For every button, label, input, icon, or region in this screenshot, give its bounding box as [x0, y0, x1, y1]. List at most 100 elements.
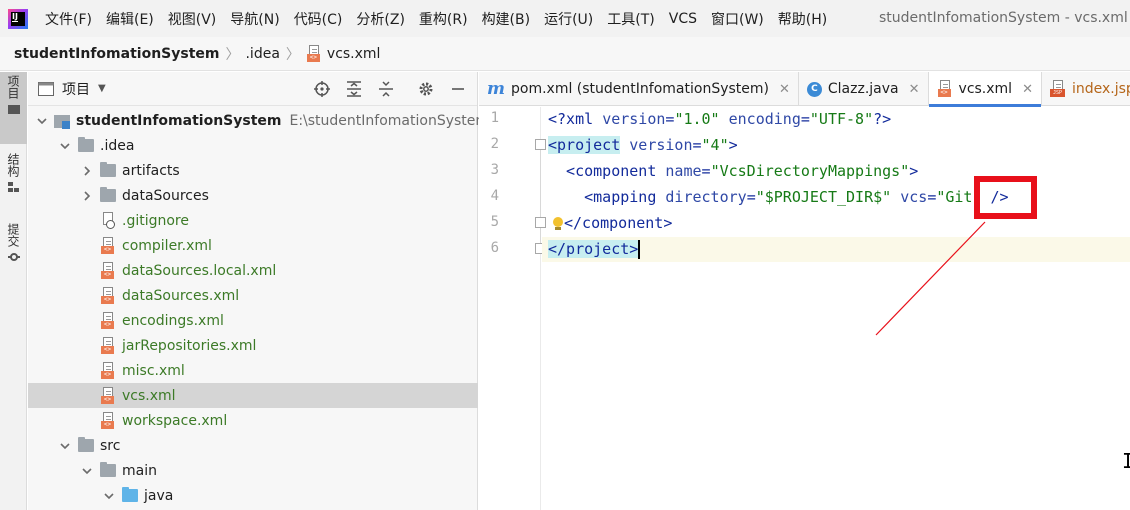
- code-token: encoding: [719, 110, 801, 128]
- class-icon: C: [806, 81, 822, 97]
- code-token: "VcsDirectoryMappings": [710, 162, 910, 180]
- chevron-right-icon[interactable]: [80, 189, 94, 203]
- code-token: <mapping: [548, 188, 657, 206]
- commit-tool-button[interactable]: 提交: [0, 220, 27, 276]
- maven-icon: m: [487, 79, 505, 99]
- menu-window[interactable]: 窗口(W): [704, 9, 771, 29]
- tree-row-artifacts[interactable]: artifacts: [28, 158, 478, 183]
- tree-row-file[interactable]: <> misc.xml: [28, 358, 478, 383]
- close-icon[interactable]: ✕: [909, 82, 920, 97]
- menu-file[interactable]: 文件(F): [38, 9, 99, 29]
- tree-row-file[interactable]: <> workspace.xml: [28, 408, 478, 433]
- code-token: >: [909, 162, 919, 180]
- code-token: </component>: [564, 214, 673, 232]
- menu-view[interactable]: 视图(V): [161, 9, 224, 29]
- tree-label-gitignore: .gitignore: [122, 212, 189, 229]
- target-icon[interactable]: [311, 78, 333, 100]
- code-line-4: <mapping directory="$PROJECT_DIR$" vcs="…: [548, 188, 1009, 206]
- code-token-highlighted: <project: [548, 136, 621, 154]
- menu-refactor[interactable]: 重构(R): [412, 9, 475, 29]
- menu-analyze[interactable]: 分析(Z): [349, 9, 412, 29]
- chevron-down-icon[interactable]: ▼: [98, 83, 106, 94]
- breadcrumb-file[interactable]: <> vcs.xml: [306, 44, 381, 63]
- intellij-logo-icon: IJ: [8, 8, 28, 29]
- menu-navigate[interactable]: 导航(N): [223, 9, 286, 29]
- code-line-3: <component name="VcsDirectoryMappings">: [548, 162, 919, 180]
- close-icon[interactable]: ✕: [1022, 82, 1033, 97]
- project-tool-button[interactable]: 项目: [0, 72, 27, 144]
- chevron-down-icon[interactable]: [36, 114, 48, 128]
- menu-help[interactable]: 帮助(H): [771, 9, 834, 29]
- gear-icon[interactable]: [415, 78, 437, 100]
- folder-icon: [78, 437, 94, 452]
- menu-build[interactable]: 构建(B): [475, 9, 538, 29]
- breadcrumb-folder[interactable]: .idea: [245, 46, 279, 62]
- chevron-down-icon[interactable]: [58, 139, 72, 153]
- tab-pom-xml[interactable]: m pom.xml (studentInfomationSystem) ✕: [479, 72, 799, 106]
- line-number: 2: [490, 136, 499, 152]
- collapse-all-icon[interactable]: [375, 78, 397, 100]
- tree-label-src: src: [100, 437, 121, 454]
- project-panel-header: 项目 ▼: [28, 72, 477, 106]
- menu-edit[interactable]: 编辑(E): [99, 9, 161, 29]
- tree-label-file: workspace.xml: [122, 412, 228, 429]
- code-line-6: </project>: [542, 237, 1130, 262]
- source-folder-icon: [122, 487, 138, 502]
- tree-row-gitignore[interactable]: .gitignore: [28, 208, 478, 233]
- chevron-right-icon[interactable]: [80, 164, 94, 178]
- code-token: "UTF-8": [809, 110, 874, 128]
- breadcrumb-file-label: vcs.xml: [326, 45, 381, 62]
- breadcrumb-project[interactable]: studentInfomationSystem: [14, 46, 219, 62]
- code-area[interactable]: <?xml version="1.0" encoding="UTF-8"?> <…: [542, 107, 1130, 510]
- line-number: 6: [490, 240, 499, 256]
- chevron-down-icon[interactable]: [102, 489, 116, 503]
- tree-row-file[interactable]: <> compiler.xml: [28, 233, 478, 258]
- project-tool-label: 项目: [6, 75, 20, 99]
- tree-path-root: E:\studentInfomationSystem: [289, 112, 490, 129]
- tab-label: vcs.xml: [958, 81, 1013, 97]
- tree-row-root[interactable]: studentInfomationSystem E:\studentInfoma…: [28, 108, 489, 133]
- chevron-down-icon[interactable]: [58, 439, 72, 453]
- breadcrumb: studentInfomationSystem 〉 .idea 〉 <> vcs…: [0, 37, 1130, 71]
- tree-row-file-selected[interactable]: <> vcs.xml: [28, 383, 478, 408]
- menu-vcs[interactable]: VCS: [662, 11, 704, 27]
- breadcrumb-separator-icon: 〉: [225, 46, 240, 63]
- tree-row-idea[interactable]: .idea: [28, 133, 478, 158]
- code-token: >: [728, 136, 738, 154]
- code-token: version: [620, 136, 693, 154]
- tree-row-file[interactable]: <> encodings.xml: [28, 308, 478, 333]
- tree-row-file[interactable]: <> dataSources.local.xml: [28, 258, 478, 283]
- tree-row-src[interactable]: src: [28, 433, 478, 458]
- tree-row-file[interactable]: <> dataSources.xml: [28, 283, 478, 308]
- xml-file-icon: <>: [937, 80, 953, 98]
- expand-all-icon[interactable]: [343, 78, 365, 100]
- lightbulb-icon[interactable]: [552, 216, 564, 231]
- code-token: <?xml: [548, 110, 603, 128]
- tab-vcs-xml[interactable]: <> vcs.xml ✕: [928, 72, 1042, 107]
- project-panel-tools: [301, 78, 469, 100]
- structure-tool-button[interactable]: 结构: [0, 150, 27, 210]
- code-token-highlighted: >: [629, 240, 639, 258]
- tab-clazz-java[interactable]: C Clazz.java ✕: [799, 72, 929, 106]
- code-line-5: </component>: [542, 211, 1130, 236]
- annotation-highlight-box: [974, 176, 1037, 219]
- menu-code[interactable]: 代码(C): [287, 9, 350, 29]
- tree-row-java[interactable]: java: [28, 483, 478, 508]
- xml-file-icon: <>: [100, 361, 116, 380]
- tool-window-strip: 项目 结构 提交: [0, 72, 27, 510]
- menu-bar: IJ 文件(F) 编辑(E) 视图(V) 导航(N) 代码(C) 分析(Z) 重…: [0, 0, 1130, 37]
- editor-gutter: 1 2 3 4 5 6: [479, 107, 546, 510]
- chevron-down-icon[interactable]: [80, 464, 94, 478]
- menu-run[interactable]: 运行(U): [537, 9, 600, 29]
- tree-row-file[interactable]: <> jarRepositories.xml: [28, 333, 478, 358]
- project-panel-title: 项目: [62, 81, 90, 98]
- menu-tools[interactable]: 工具(T): [600, 9, 661, 29]
- code-token: ?>: [873, 110, 892, 128]
- structure-tool-label: 结构: [6, 153, 20, 177]
- close-icon[interactable]: ✕: [779, 82, 790, 97]
- tree-label-file: compiler.xml: [122, 237, 212, 254]
- tree-row-datasources[interactable]: dataSources: [28, 183, 478, 208]
- minimize-icon[interactable]: [447, 78, 469, 100]
- tree-row-main[interactable]: main: [28, 458, 478, 483]
- tab-index-jsp[interactable]: JSP index.jsp: [1042, 72, 1130, 106]
